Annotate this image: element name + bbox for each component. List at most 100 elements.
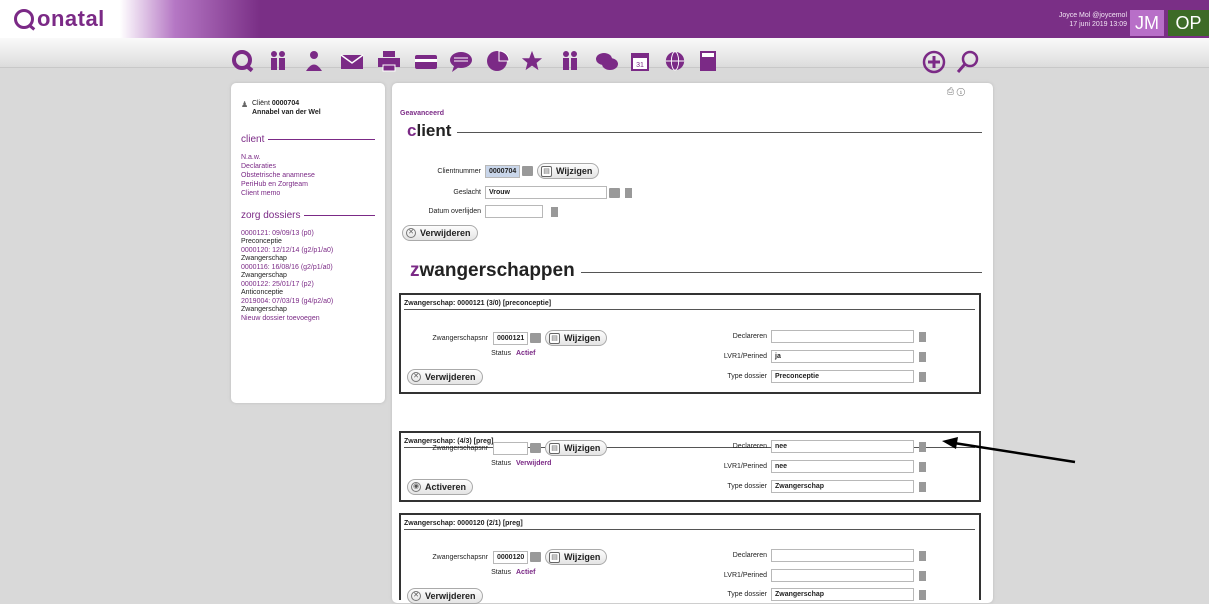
lookup-icon[interactable]: [530, 552, 541, 562]
wijzigen-button[interactable]: ▤ Wijzigen: [545, 549, 608, 565]
calculator-icon[interactable]: [699, 50, 717, 76]
sidebar-link-naw[interactable]: N.a.w.: [241, 153, 375, 162]
app-logo[interactable]: onatal: [14, 6, 105, 32]
magnifier-icon[interactable]: [956, 50, 980, 78]
card-icon[interactable]: [414, 50, 438, 76]
q-logo-icon[interactable]: [231, 49, 255, 77]
geslacht-row: Geslacht Vrouw: [392, 186, 632, 199]
wijzigen-button[interactable]: ▤ Wijzigen: [545, 330, 608, 346]
lvr-label: LVR1/Perined: [723, 463, 767, 470]
lvr-select[interactable]: [771, 569, 914, 582]
dossier-link[interactable]: 0000122: 25/01/17 (p2): [241, 280, 375, 289]
chat-icon[interactable]: [595, 50, 619, 76]
type-select[interactable]: Zwangerschap: [771, 588, 914, 601]
sidebar-link-anamnese[interactable]: Obstetrische anamnese: [241, 171, 375, 180]
type-select[interactable]: Zwangerschap: [771, 480, 914, 493]
wijzigen-button[interactable]: ▤ Wijzigen: [537, 163, 600, 179]
user-name: Joyce Mol @joycemol: [1058, 12, 1127, 19]
breadcrumb[interactable]: Geavanceerd: [400, 110, 444, 117]
geslacht-label: Geslacht: [453, 189, 481, 196]
action-row: ✕ Verwijderen: [407, 588, 483, 604]
calendar-icon[interactable]: [551, 206, 558, 217]
geslacht-select[interactable]: Vrouw: [485, 186, 607, 199]
location-badge-op[interactable]: OP: [1168, 10, 1209, 36]
zwangerschapsnr-input[interactable]: 0000120: [493, 550, 528, 564]
speech-bubble-icon[interactable]: [449, 50, 473, 76]
dossier-link[interactable]: 2019004: 07/03/19 (g4/p2/a0): [241, 297, 375, 306]
mail-icon[interactable]: [340, 50, 364, 76]
pregnancy-card: Zwangerschap: 0000120 (2/1) [preg] Zwang…: [399, 513, 981, 604]
overlijden-row: Datum overlijden: [392, 205, 558, 218]
declareren-label: Declareren: [732, 552, 767, 559]
declareren-select[interactable]: [771, 330, 914, 343]
note-icon[interactable]: [919, 461, 926, 472]
note-icon[interactable]: [919, 331, 926, 342]
declareren-select[interactable]: [771, 549, 914, 562]
lvr-row: LVR1/Perined ja: [671, 350, 926, 363]
q-logo-icon: [14, 9, 34, 29]
clientnummer-input[interactable]: 0000704: [485, 164, 520, 178]
lookup-icon[interactable]: [530, 333, 541, 343]
user-info: Joyce Mol @joycemol 17 juni 2019 13:09: [1059, 11, 1127, 29]
lookup-icon[interactable]: [609, 187, 620, 198]
type-select[interactable]: Preconceptie: [771, 370, 914, 383]
dossier-link[interactable]: 0000116: 16/08/16 (g2/p1/a0): [241, 263, 375, 272]
annotation-arrow-icon: [942, 437, 1076, 464]
clientnummer-label: Clientnummer: [437, 167, 481, 175]
note-icon[interactable]: [919, 550, 926, 561]
note-icon[interactable]: [919, 481, 926, 492]
add-dossier-link[interactable]: Nieuw dossier toevoegen: [241, 314, 375, 323]
sidebar-link-memo[interactable]: Client memo: [241, 189, 375, 198]
declareren-label: Declareren: [732, 333, 767, 340]
zwangerschapsnr-label: Zwangerschapsnr: [432, 444, 488, 452]
lvr-select[interactable]: nee: [771, 460, 914, 473]
lvr-select[interactable]: ja: [771, 350, 914, 363]
status-row: Status Actief: [401, 350, 535, 357]
note-icon[interactable]: [625, 187, 632, 198]
globe-icon[interactable]: [663, 50, 687, 76]
star-icon[interactable]: [520, 50, 544, 76]
activeren-button[interactable]: ◉ Activeren: [407, 479, 474, 495]
pregnancy-card: Zwangerschap: 0000121 (3/0) [preconcepti…: [399, 293, 981, 394]
zwangerschapsnr-label: Zwangerschapsnr: [432, 553, 488, 561]
lookup-icon[interactable]: [522, 166, 533, 176]
top-bar: onatal Joyce Mol @joycemol 17 juni 2019 …: [0, 0, 1209, 38]
status-value: Actief: [516, 350, 536, 357]
dossier-list: 0000121: 09/09/13 (p0) Preconceptie 0000…: [241, 229, 375, 323]
declareren-select[interactable]: nee: [771, 440, 914, 453]
note-icon[interactable]: [919, 441, 926, 452]
verwijderen-client-button[interactable]: ✕ Verwijderen: [402, 225, 478, 241]
info-icon[interactable]: ⓘ: [957, 86, 965, 96]
wijzigen-button[interactable]: ▤ Wijzigen: [545, 440, 608, 456]
note-icon[interactable]: [919, 589, 926, 600]
zwangerschapsnr-input[interactable]: [493, 441, 528, 455]
dossier-link[interactable]: 0000120: 12/12/14 (g2/p1/a0): [241, 246, 375, 255]
pie-chart-icon[interactable]: [486, 50, 510, 76]
dossier-link[interactable]: 0000121: 09/09/13 (p0): [241, 229, 375, 238]
verwijderen-button[interactable]: ✕ Verwijderen: [407, 369, 483, 385]
save-icon: ▤: [549, 332, 560, 344]
note-icon[interactable]: [919, 570, 926, 581]
zwangerschapsnr-row: Zwangerschapsnr ▤ Wijzigen: [401, 440, 608, 456]
overlijden-input[interactable]: [485, 205, 543, 218]
sidebar-link-perihub[interactable]: PeriHub en Zorgteam: [241, 180, 375, 189]
user-badge-jm[interactable]: JM: [1130, 10, 1164, 36]
save-icon: ▤: [549, 551, 560, 563]
zwangerschapsnr-input[interactable]: 0000121: [493, 331, 528, 345]
note-icon[interactable]: [919, 351, 926, 362]
group-icon[interactable]: [558, 50, 582, 76]
print-icon[interactable]: [377, 50, 401, 76]
sidebar-link-declaraties[interactable]: Declaraties: [241, 162, 375, 171]
lookup-icon[interactable]: [530, 443, 541, 453]
print-icon[interactable]: ⎙: [947, 86, 954, 96]
people-icon[interactable]: [266, 50, 290, 76]
person-icon[interactable]: [303, 50, 325, 76]
page-tools: ⎙ ⓘ: [947, 86, 965, 97]
verwijderen-button[interactable]: ✕ Verwijderen: [407, 588, 483, 604]
note-icon[interactable]: [919, 371, 926, 382]
calendar-icon[interactable]: 31: [629, 50, 651, 76]
client-name: Annabel van der Wel: [252, 109, 321, 116]
verwijderen-row: ✕ Verwijderen: [402, 225, 478, 241]
status-row: Status Actief: [401, 569, 535, 576]
add-circle-icon[interactable]: [922, 50, 946, 78]
